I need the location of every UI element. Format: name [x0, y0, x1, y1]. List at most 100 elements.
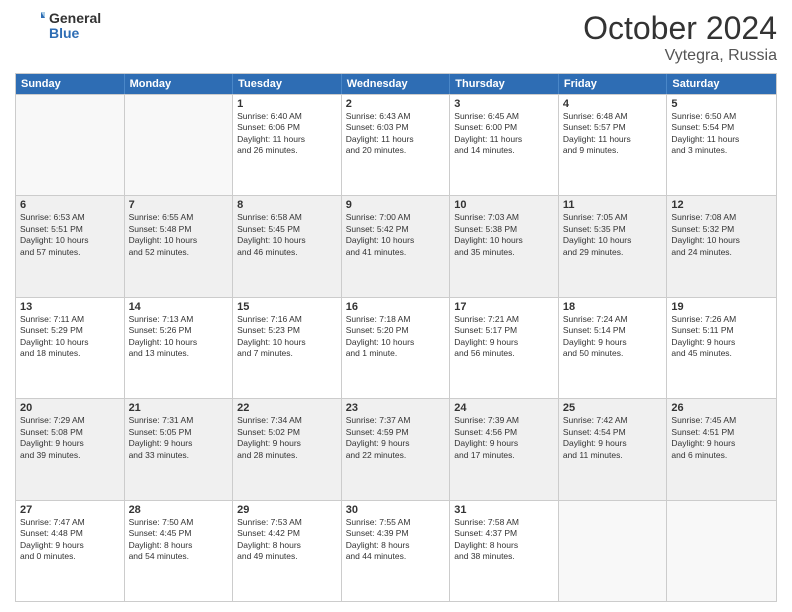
day-cell-22: 22Sunrise: 7:34 AMSunset: 5:02 PMDayligh…	[233, 399, 342, 499]
day-cell-20: 20Sunrise: 7:29 AMSunset: 5:08 PMDayligh…	[16, 399, 125, 499]
day-number: 29	[237, 504, 337, 516]
day-info: Sunrise: 7:42 AMSunset: 4:54 PMDaylight:…	[563, 415, 663, 461]
empty-cell	[667, 501, 776, 601]
day-cell-3: 3Sunrise: 6:45 AMSunset: 6:00 PMDaylight…	[450, 95, 559, 195]
day-info: Sunrise: 7:45 AMSunset: 4:51 PMDaylight:…	[671, 415, 772, 461]
day-info: Sunrise: 7:37 AMSunset: 4:59 PMDaylight:…	[346, 415, 446, 461]
day-cell-25: 25Sunrise: 7:42 AMSunset: 4:54 PMDayligh…	[559, 399, 668, 499]
day-number: 21	[129, 402, 229, 414]
day-info: Sunrise: 7:05 AMSunset: 5:35 PMDaylight:…	[563, 212, 663, 258]
empty-cell	[559, 501, 668, 601]
week-row-1: 1Sunrise: 6:40 AMSunset: 6:06 PMDaylight…	[16, 94, 776, 195]
day-header-wednesday: Wednesday	[342, 74, 451, 94]
day-number: 3	[454, 98, 554, 110]
day-header-monday: Monday	[125, 74, 234, 94]
day-number: 31	[454, 504, 554, 516]
day-info: Sunrise: 7:31 AMSunset: 5:05 PMDaylight:…	[129, 415, 229, 461]
day-info: Sunrise: 7:16 AMSunset: 5:23 PMDaylight:…	[237, 314, 337, 360]
day-info: Sunrise: 7:00 AMSunset: 5:42 PMDaylight:…	[346, 212, 446, 258]
logo-text: General Blue	[49, 11, 101, 42]
calendar: SundayMondayTuesdayWednesdayThursdayFrid…	[15, 73, 777, 602]
day-info: Sunrise: 7:24 AMSunset: 5:14 PMDaylight:…	[563, 314, 663, 360]
day-cell-24: 24Sunrise: 7:39 AMSunset: 4:56 PMDayligh…	[450, 399, 559, 499]
logo-graphic	[15, 10, 45, 42]
day-cell-31: 31Sunrise: 7:58 AMSunset: 4:37 PMDayligh…	[450, 501, 559, 601]
day-cell-26: 26Sunrise: 7:45 AMSunset: 4:51 PMDayligh…	[667, 399, 776, 499]
day-info: Sunrise: 7:08 AMSunset: 5:32 PMDaylight:…	[671, 212, 772, 258]
day-cell-2: 2Sunrise: 6:43 AMSunset: 6:03 PMDaylight…	[342, 95, 451, 195]
day-cell-1: 1Sunrise: 6:40 AMSunset: 6:06 PMDaylight…	[233, 95, 342, 195]
day-number: 6	[20, 199, 120, 211]
day-info: Sunrise: 6:50 AMSunset: 5:54 PMDaylight:…	[671, 111, 772, 157]
day-number: 10	[454, 199, 554, 211]
day-number: 16	[346, 301, 446, 313]
day-cell-5: 5Sunrise: 6:50 AMSunset: 5:54 PMDaylight…	[667, 95, 776, 195]
day-cell-13: 13Sunrise: 7:11 AMSunset: 5:29 PMDayligh…	[16, 298, 125, 398]
day-header-thursday: Thursday	[450, 74, 559, 94]
day-cell-6: 6Sunrise: 6:53 AMSunset: 5:51 PMDaylight…	[16, 196, 125, 296]
day-number: 28	[129, 504, 229, 516]
day-number: 8	[237, 199, 337, 211]
day-cell-15: 15Sunrise: 7:16 AMSunset: 5:23 PMDayligh…	[233, 298, 342, 398]
day-number: 26	[671, 402, 772, 414]
day-number: 20	[20, 402, 120, 414]
month-title: October 2024	[583, 10, 777, 47]
day-info: Sunrise: 7:18 AMSunset: 5:20 PMDaylight:…	[346, 314, 446, 360]
day-info: Sunrise: 7:50 AMSunset: 4:45 PMDaylight:…	[129, 517, 229, 563]
day-info: Sunrise: 7:58 AMSunset: 4:37 PMDaylight:…	[454, 517, 554, 563]
day-cell-17: 17Sunrise: 7:21 AMSunset: 5:17 PMDayligh…	[450, 298, 559, 398]
day-info: Sunrise: 7:13 AMSunset: 5:26 PMDaylight:…	[129, 314, 229, 360]
day-number: 11	[563, 199, 663, 211]
day-cell-7: 7Sunrise: 6:55 AMSunset: 5:48 PMDaylight…	[125, 196, 234, 296]
empty-cell	[125, 95, 234, 195]
day-number: 22	[237, 402, 337, 414]
day-header-tuesday: Tuesday	[233, 74, 342, 94]
day-number: 27	[20, 504, 120, 516]
calendar-body: 1Sunrise: 6:40 AMSunset: 6:06 PMDaylight…	[16, 94, 776, 601]
day-number: 17	[454, 301, 554, 313]
day-number: 13	[20, 301, 120, 313]
day-number: 1	[237, 98, 337, 110]
day-cell-19: 19Sunrise: 7:26 AMSunset: 5:11 PMDayligh…	[667, 298, 776, 398]
day-number: 24	[454, 402, 554, 414]
logo-general: General	[49, 11, 101, 26]
day-number: 23	[346, 402, 446, 414]
day-number: 25	[563, 402, 663, 414]
day-info: Sunrise: 7:29 AMSunset: 5:08 PMDaylight:…	[20, 415, 120, 461]
day-cell-14: 14Sunrise: 7:13 AMSunset: 5:26 PMDayligh…	[125, 298, 234, 398]
day-cell-9: 9Sunrise: 7:00 AMSunset: 5:42 PMDaylight…	[342, 196, 451, 296]
day-number: 19	[671, 301, 772, 313]
day-cell-21: 21Sunrise: 7:31 AMSunset: 5:05 PMDayligh…	[125, 399, 234, 499]
location: Vytegra, Russia	[583, 47, 777, 65]
day-info: Sunrise: 6:40 AMSunset: 6:06 PMDaylight:…	[237, 111, 337, 157]
day-number: 2	[346, 98, 446, 110]
day-number: 14	[129, 301, 229, 313]
day-number: 12	[671, 199, 772, 211]
day-cell-28: 28Sunrise: 7:50 AMSunset: 4:45 PMDayligh…	[125, 501, 234, 601]
day-cell-12: 12Sunrise: 7:08 AMSunset: 5:32 PMDayligh…	[667, 196, 776, 296]
day-info: Sunrise: 7:39 AMSunset: 4:56 PMDaylight:…	[454, 415, 554, 461]
day-number: 7	[129, 199, 229, 211]
day-cell-4: 4Sunrise: 6:48 AMSunset: 5:57 PMDaylight…	[559, 95, 668, 195]
day-number: 30	[346, 504, 446, 516]
day-info: Sunrise: 7:26 AMSunset: 5:11 PMDaylight:…	[671, 314, 772, 360]
day-info: Sunrise: 7:34 AMSunset: 5:02 PMDaylight:…	[237, 415, 337, 461]
page-header: General Blue October 2024 Vytegra, Russi…	[15, 10, 777, 65]
day-info: Sunrise: 7:53 AMSunset: 4:42 PMDaylight:…	[237, 517, 337, 563]
week-row-3: 13Sunrise: 7:11 AMSunset: 5:29 PMDayligh…	[16, 297, 776, 398]
day-cell-27: 27Sunrise: 7:47 AMSunset: 4:48 PMDayligh…	[16, 501, 125, 601]
day-number: 15	[237, 301, 337, 313]
day-info: Sunrise: 6:48 AMSunset: 5:57 PMDaylight:…	[563, 111, 663, 157]
day-number: 18	[563, 301, 663, 313]
title-block: October 2024 Vytegra, Russia	[583, 10, 777, 65]
day-info: Sunrise: 7:55 AMSunset: 4:39 PMDaylight:…	[346, 517, 446, 563]
day-cell-10: 10Sunrise: 7:03 AMSunset: 5:38 PMDayligh…	[450, 196, 559, 296]
day-cell-11: 11Sunrise: 7:05 AMSunset: 5:35 PMDayligh…	[559, 196, 668, 296]
week-row-2: 6Sunrise: 6:53 AMSunset: 5:51 PMDaylight…	[16, 195, 776, 296]
day-header-friday: Friday	[559, 74, 668, 94]
day-number: 5	[671, 98, 772, 110]
day-info: Sunrise: 6:55 AMSunset: 5:48 PMDaylight:…	[129, 212, 229, 258]
day-info: Sunrise: 6:58 AMSunset: 5:45 PMDaylight:…	[237, 212, 337, 258]
calendar-header: SundayMondayTuesdayWednesdayThursdayFrid…	[16, 74, 776, 94]
day-info: Sunrise: 7:21 AMSunset: 5:17 PMDaylight:…	[454, 314, 554, 360]
